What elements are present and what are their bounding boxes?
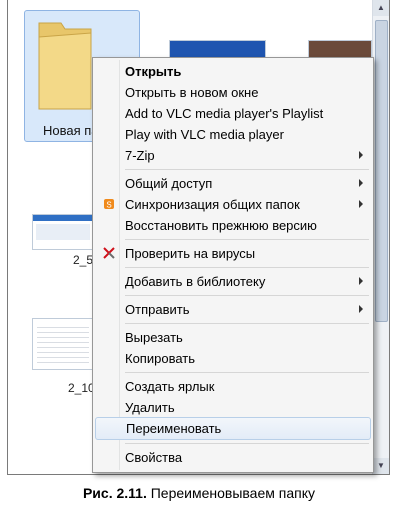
scrollbar-thumb[interactable]	[375, 20, 388, 322]
menu-item-label: Добавить в библиотеку	[125, 274, 266, 289]
antivirus-icon	[103, 247, 115, 259]
menu-item-open[interactable]: Открыть	[95, 61, 371, 82]
menu-separator	[125, 323, 369, 324]
menu-item-7zip[interactable]: 7-Zip	[95, 145, 371, 166]
menu-item-create-shortcut[interactable]: Создать ярлык	[95, 376, 371, 397]
file-thumbnail[interactable]	[32, 318, 94, 370]
menu-separator	[125, 239, 369, 240]
menu-item-send-to[interactable]: Отправить	[95, 299, 371, 320]
menu-item-label: Синхронизация общих папок	[125, 197, 300, 212]
file-name-label: 2_5	[73, 253, 94, 267]
submenu-arrow-icon	[359, 200, 363, 208]
menu-item-label: Play with VLC media player	[125, 127, 284, 142]
menu-item-cut[interactable]: Вырезать	[95, 327, 371, 348]
menu-item-delete[interactable]: Удалить	[95, 397, 371, 418]
svg-text:S: S	[106, 201, 111, 210]
menu-item-label: Add to VLC media player's Playlist	[125, 106, 324, 121]
vertical-scrollbar[interactable]: ▲ ▼	[372, 0, 389, 474]
menu-separator	[125, 295, 369, 296]
submenu-arrow-icon	[359, 305, 363, 313]
menu-item-vlc-playlist[interactable]: Add to VLC media player's Playlist	[95, 103, 371, 124]
context-menu: Открыть Открыть в новом окне Add to VLC …	[92, 57, 374, 473]
menu-item-restore-previous-version[interactable]: Восстановить прежнюю версию	[95, 215, 371, 236]
menu-item-label: Отправить	[125, 302, 190, 317]
menu-item-label: Копировать	[125, 351, 195, 366]
menu-item-label: Общий доступ	[125, 176, 213, 191]
menu-item-copy[interactable]: Копировать	[95, 348, 371, 369]
menu-item-label: Открыть	[125, 64, 182, 79]
submenu-arrow-icon	[359, 277, 363, 285]
figure-caption: Рис. 2.11. Переименовываем папку	[0, 485, 398, 501]
scroll-down-icon[interactable]: ▼	[373, 458, 389, 474]
menu-item-scan-viruses[interactable]: Проверить на вирусы	[95, 243, 371, 264]
file-thumbnail[interactable]	[32, 214, 94, 250]
menu-separator	[125, 267, 369, 268]
menu-item-label: Удалить	[125, 400, 175, 415]
menu-item-label: Переименовать	[126, 421, 222, 436]
menu-item-properties[interactable]: Свойства	[95, 447, 371, 468]
menu-item-label: Восстановить прежнюю версию	[125, 218, 317, 233]
file-name-label: 2_10	[68, 381, 95, 395]
submenu-arrow-icon	[359, 179, 363, 187]
menu-item-label: Вырезать	[125, 330, 183, 345]
scroll-up-icon[interactable]: ▲	[373, 0, 389, 16]
folder-icon	[38, 22, 92, 110]
menu-separator	[125, 372, 369, 373]
figure-caption-text: Переименовываем папку	[150, 485, 316, 501]
menu-item-open-new-window[interactable]: Открыть в новом окне	[95, 82, 371, 103]
menu-item-rename[interactable]: Переименовать	[95, 417, 371, 440]
menu-item-sync-shared-folders[interactable]: S Синхронизация общих папок	[95, 194, 371, 215]
menu-item-sharing[interactable]: Общий доступ	[95, 173, 371, 194]
menu-item-vlc-play[interactable]: Play with VLC media player	[95, 124, 371, 145]
menu-item-label: 7-Zip	[125, 148, 155, 163]
menu-item-add-to-library[interactable]: Добавить в библиотеку	[95, 271, 371, 292]
menu-item-label: Открыть в новом окне	[125, 85, 259, 100]
menu-item-label: Проверить на вирусы	[125, 246, 256, 261]
menu-item-label: Свойства	[125, 450, 183, 465]
submenu-arrow-icon	[359, 151, 363, 159]
menu-item-label: Создать ярлык	[125, 379, 215, 394]
sync-icon: S	[104, 199, 114, 209]
menu-separator	[125, 169, 369, 170]
folder-name-label: Новая па	[43, 123, 99, 138]
figure-number: Рис. 2.11.	[82, 485, 147, 501]
menu-separator	[125, 443, 369, 444]
